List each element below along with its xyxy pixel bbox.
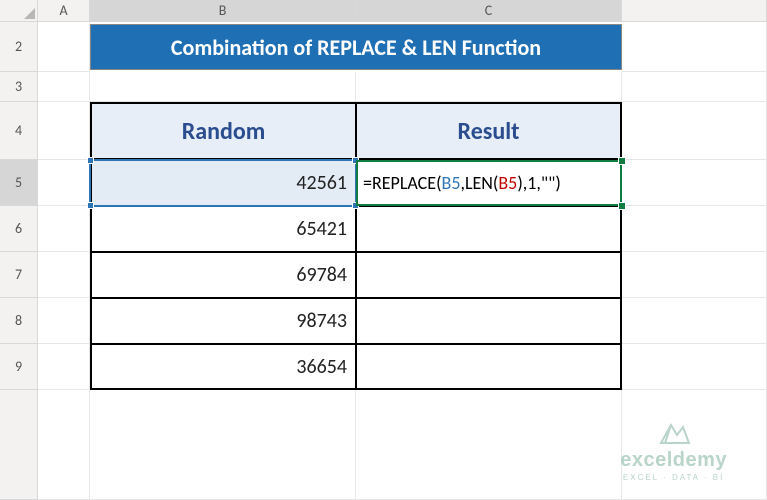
row-head-4[interactable]: 4 [0,102,38,160]
fill-handle[interactable] [618,157,626,165]
cell-b3[interactable] [90,72,356,102]
cell-a3[interactable] [38,72,90,102]
cell-a7[interactable] [38,252,90,298]
cell-blank-2[interactable] [622,22,767,72]
row-head-7[interactable]: 7 [0,252,38,298]
col-head-c[interactable]: C [356,0,622,22]
cell-b9[interactable]: 36654 [90,344,356,390]
cell-a9[interactable] [38,344,90,390]
cell-a2[interactable] [38,22,90,72]
formula-num: 1 [527,172,536,194]
formula-prefix: =REPLACE( [363,172,442,194]
cell-c9[interactable] [356,344,622,390]
formula-mid2: ), [517,172,527,194]
cell-blank-7[interactable] [622,252,767,298]
cell-a5[interactable] [38,160,90,206]
formula-mid1: ,LEN( [460,172,498,194]
logo-icon [657,419,691,447]
row-head-9[interactable]: 9 [0,344,38,390]
col-head-b[interactable]: B [90,0,356,22]
cell-a4[interactable] [38,102,90,160]
select-all-corner[interactable] [0,0,38,22]
cell-c8[interactable] [356,298,622,344]
row-head-6[interactable]: 6 [0,206,38,252]
col-head-a[interactable]: A [38,0,90,22]
cell-blank-6[interactable] [622,206,767,252]
cell-b5[interactable]: 42561 [90,160,356,206]
watermark-tagline: EXCEL · DATA · BI [620,473,727,482]
fill-handle[interactable] [618,202,626,210]
formula-ref-b5-b: B5 [498,172,517,194]
row-head-5[interactable]: 5 [0,160,38,206]
cell-a8[interactable] [38,298,90,344]
title-banner: Combination of REPLACE & LEN Function [90,24,622,70]
cell-a6[interactable] [38,206,90,252]
cell-blank-8[interactable] [622,298,767,344]
range-handle[interactable] [352,157,359,164]
cell-c3[interactable] [356,72,622,102]
cell-blank-4[interactable] [622,102,767,160]
watermark-brand: exceldemy [620,449,727,472]
cell-blank-3[interactable] [622,72,767,102]
cell-blank-9[interactable] [622,344,767,390]
cell-blank-5[interactable] [622,160,767,206]
range-handle[interactable] [87,202,94,209]
watermark: exceldemy EXCEL · DATA · BI [620,419,727,482]
cell-filler-c[interactable] [356,390,622,500]
cell-filler-a[interactable] [38,390,90,500]
formula-ref-b5-a: B5 [442,172,461,194]
cell-b8[interactable]: 98743 [90,298,356,344]
col-head-blank [622,0,767,22]
cell-c5-formula[interactable]: =REPLACE(B5,LEN(B5),1,"") [356,160,622,206]
formula-mid3: ,"") [536,172,560,194]
header-result[interactable]: Result [356,102,622,160]
row-head-3[interactable]: 3 [0,72,38,102]
cell-filler-b[interactable] [90,390,356,500]
row-head-8[interactable]: 8 [0,298,38,344]
cell-c6[interactable] [356,206,622,252]
row-head-filler [0,390,38,500]
cell-c7[interactable] [356,252,622,298]
cell-b7[interactable]: 69784 [90,252,356,298]
range-handle[interactable] [87,157,94,164]
row-head-2[interactable]: 2 [0,22,38,72]
cell-b6[interactable]: 65421 [90,206,356,252]
header-random[interactable]: Random [90,102,356,160]
range-handle[interactable] [352,202,359,209]
